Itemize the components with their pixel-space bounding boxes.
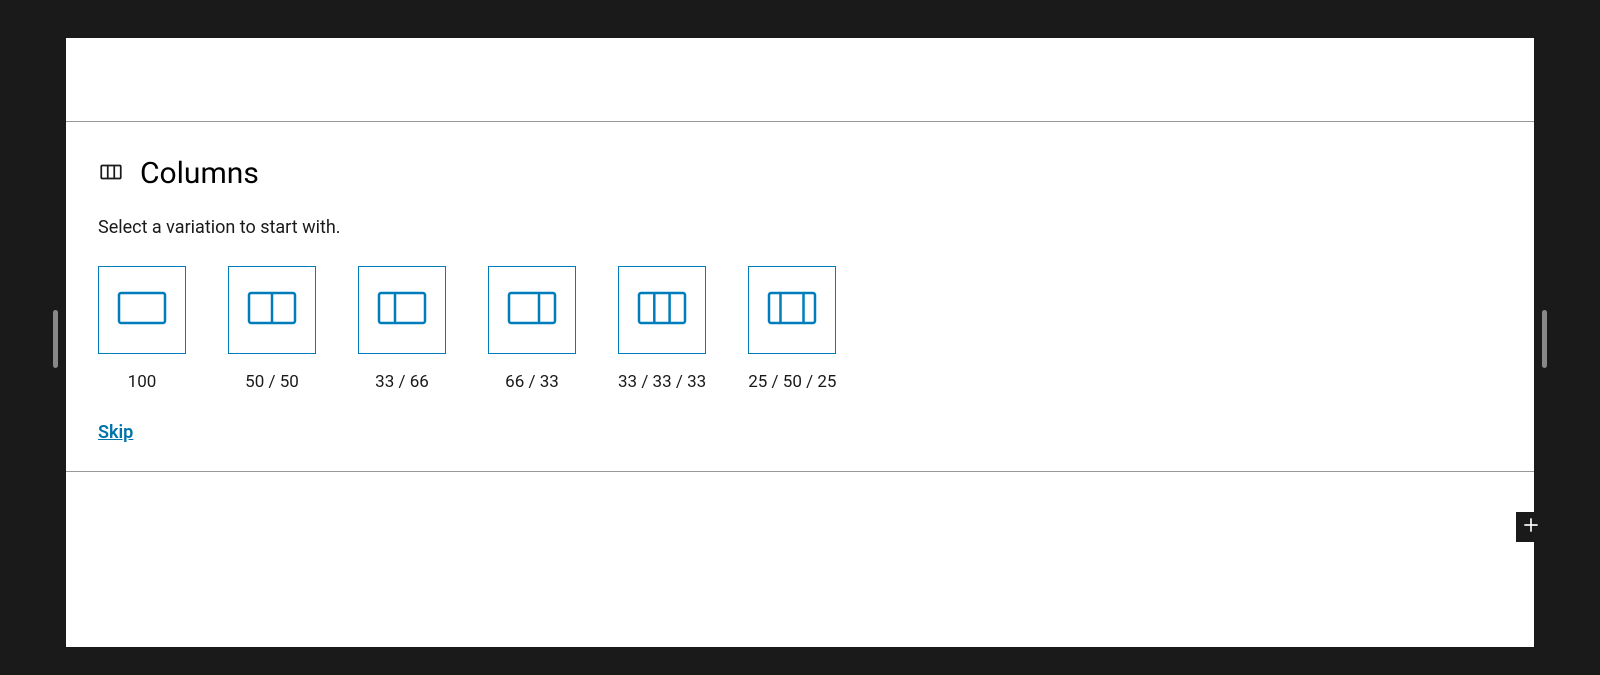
layout-33-66-icon — [377, 291, 427, 329]
block-placeholder-bottom — [66, 472, 1534, 647]
resize-handle-left[interactable] — [53, 310, 58, 368]
variation-33-33-33[interactable]: 33 / 33 / 33 — [618, 266, 706, 392]
add-block-button[interactable] — [1516, 512, 1546, 542]
skip-link[interactable]: Skip — [98, 422, 133, 443]
variation-label: 33 / 66 — [375, 372, 429, 392]
variation-icon-box — [98, 266, 186, 354]
variation-label: 33 / 33 / 33 — [618, 372, 706, 392]
plus-icon — [1521, 515, 1541, 539]
columns-icon — [98, 159, 124, 189]
layout-33-33-33-icon — [637, 291, 687, 329]
variation-100[interactable]: 100 — [98, 266, 186, 392]
panel-subtitle: Select a variation to start with. — [98, 217, 1502, 238]
block-placeholder-top — [66, 38, 1534, 122]
layout-66-33-icon — [507, 291, 557, 329]
variation-icon-box — [618, 266, 706, 354]
variation-25-50-25[interactable]: 25 / 50 / 25 — [748, 266, 836, 392]
editor-canvas: Columns Select a variation to start with… — [66, 38, 1534, 647]
variation-label: 25 / 50 / 25 — [748, 372, 836, 392]
variation-icon-box — [358, 266, 446, 354]
panel-title: Columns — [140, 156, 259, 191]
variation-66-33[interactable]: 66 / 33 — [488, 266, 576, 392]
variation-icon-box — [228, 266, 316, 354]
layout-25-50-25-icon — [767, 291, 817, 329]
variation-icon-box — [748, 266, 836, 354]
variation-icon-box — [488, 266, 576, 354]
variations-list: 100 50 / 50 — [98, 266, 1502, 392]
variation-33-66[interactable]: 33 / 66 — [358, 266, 446, 392]
layout-100-icon — [117, 291, 167, 329]
resize-handle-right[interactable] — [1542, 310, 1547, 368]
columns-block-placeholder: Columns Select a variation to start with… — [66, 122, 1534, 472]
panel-header: Columns — [98, 156, 1502, 191]
variation-label: 66 / 33 — [505, 372, 559, 392]
layout-50-50-icon — [247, 291, 297, 329]
variation-label: 100 — [128, 372, 157, 392]
variation-50-50[interactable]: 50 / 50 — [228, 266, 316, 392]
variation-label: 50 / 50 — [245, 372, 299, 392]
